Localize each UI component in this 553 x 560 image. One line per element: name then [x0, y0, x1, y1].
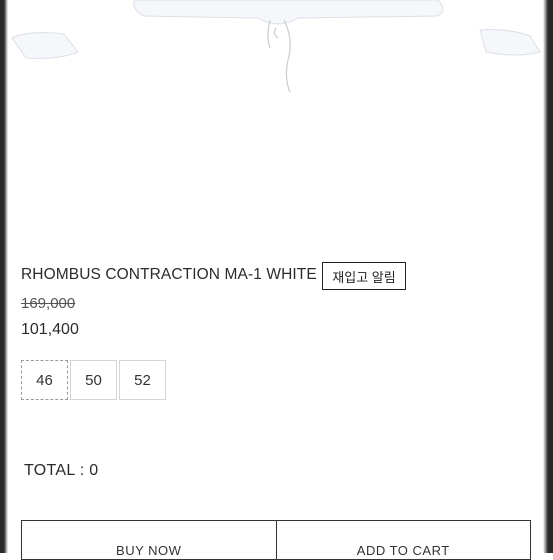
original-price: 169,000	[21, 295, 76, 312]
add-to-cart-label: ADD TO CART	[356, 543, 450, 558]
buy-now-label: BUY NOW	[116, 543, 182, 558]
product-title: RHOMBUS CONTRACTION MA-1 WHITE	[21, 266, 317, 283]
jacket-body	[133, 0, 444, 25]
size-option-46[interactable]: 46	[21, 360, 68, 400]
size-option-50[interactable]: 50	[70, 360, 117, 400]
size-option-52[interactable]: 52	[119, 360, 166, 400]
sale-price: 101,400	[21, 321, 79, 338]
total-label: TOTAL : 0	[24, 462, 99, 479]
right-sleeve	[479, 29, 541, 56]
product-image	[11, 0, 541, 93]
size-selector: 46 50 52	[21, 360, 166, 400]
drawstring	[267, 19, 291, 93]
frame-edge-left	[0, 0, 8, 553]
jacket-image	[11, 0, 541, 59]
restock-alert-button[interactable]: 재입고 알림	[322, 262, 406, 290]
action-buttons: BUY NOW ADD TO CART	[21, 520, 531, 560]
add-to-cart-button[interactable]: ADD TO CART	[276, 520, 531, 560]
frame-edge-right	[543, 0, 553, 553]
left-sleeve	[11, 32, 79, 59]
buy-now-button[interactable]: BUY NOW	[21, 520, 277, 560]
